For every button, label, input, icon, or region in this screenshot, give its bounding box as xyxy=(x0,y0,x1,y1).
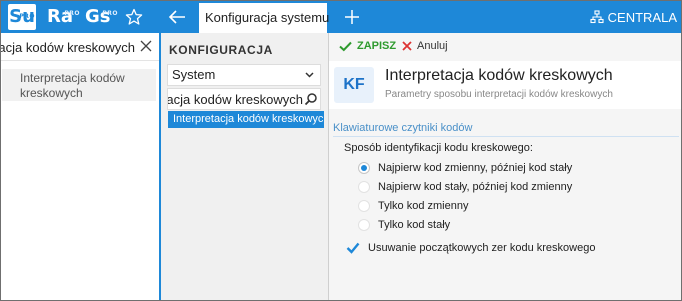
settings-toolbar: ZAPISZ Anuluj xyxy=(329,33,681,61)
config-nav-title: KONFIGURACJA xyxy=(169,43,273,57)
radio-option-fixed-only[interactable]: Tylko kod stały xyxy=(358,219,450,231)
config-nav-item-selected[interactable]: Interpretacja kodów kreskowych xyxy=(168,111,324,128)
left-panel: Interpretacja kodów kreskowych Interpret… xyxy=(1,33,159,300)
config-search-input[interactable]: Interpretacja kodów kreskowych xyxy=(167,88,321,110)
save-label: ZAPISZ xyxy=(357,40,397,52)
settings-panel: ZAPISZ Anuluj KF Interpretacja kodów kre… xyxy=(329,33,681,300)
radio-option-variable-then-fixed[interactable]: Najpierw kod zmienny, później kod stały xyxy=(358,162,572,174)
cancel-button[interactable]: Anuluj xyxy=(402,40,448,52)
settings-header: KF Interpretacja kodów kreskowych Parame… xyxy=(329,61,681,109)
module-select[interactable]: System xyxy=(167,64,321,86)
section-divider xyxy=(333,136,679,137)
add-tab-icon[interactable] xyxy=(343,8,361,26)
app-gs-button[interactable]: Gs PRO xyxy=(85,4,118,30)
configuration-nav-panel: KONFIGURACJA System Interpretacja kodów … xyxy=(161,33,328,300)
close-icon xyxy=(402,41,412,51)
radio-button[interactable] xyxy=(358,181,370,193)
app-gs-badge: PRO xyxy=(102,10,118,17)
radio-button[interactable] xyxy=(358,200,370,212)
radio-label: Tylko kod stały xyxy=(378,219,451,231)
radio-button-selected[interactable] xyxy=(358,162,370,174)
tab-konfiguracja-systemu[interactable]: Konfiguracja systemu xyxy=(199,3,329,33)
page-subtitle: Parametry sposobu interpretacji kodów kr… xyxy=(385,89,613,100)
star-icon[interactable] xyxy=(125,8,143,26)
app-ra-badge: PRO xyxy=(64,10,80,17)
clear-search-icon[interactable] xyxy=(139,39,153,53)
left-search-field[interactable]: Interpretacja kodów kreskowych xyxy=(1,33,159,61)
module-select-value: System xyxy=(172,67,216,82)
chevron-down-icon xyxy=(305,72,314,78)
organization-switcher[interactable]: CENTRALA xyxy=(590,1,677,33)
radio-label: Najpierw kod zmienny, później kod stały xyxy=(378,162,573,174)
save-button[interactable]: ZAPISZ xyxy=(339,40,396,52)
radio-option-variable-only[interactable]: Tylko kod zmienny xyxy=(358,200,468,212)
checkbox-label: Usuwanie początkowych zer kodu kreskoweg… xyxy=(368,242,596,254)
radio-label: Tylko kod zmienny xyxy=(378,200,469,212)
radio-button[interactable] xyxy=(358,219,370,231)
module-badge: KF xyxy=(334,67,374,103)
search-icon[interactable] xyxy=(304,92,318,106)
section-title: Klawiaturowe czytniki kodów xyxy=(333,122,473,134)
left-search-value: Interpretacja kodów kreskowych xyxy=(1,40,135,55)
checkmark-icon xyxy=(339,41,352,51)
identification-method-label: Sposób identyfikacji kodu kreskowego: xyxy=(344,142,533,154)
org-label: CENTRALA xyxy=(607,9,677,25)
app-ra-button[interactable]: Ra PRO xyxy=(47,4,80,30)
page-title: Interpretacja kodów kreskowych xyxy=(385,67,613,84)
left-result-item[interactable]: Interpretacja kodów kreskowych xyxy=(2,69,156,101)
checkbox-checked-icon[interactable] xyxy=(346,241,360,255)
cancel-label: Anuluj xyxy=(417,40,448,52)
radio-label: Najpierw kod stały, później kod zmienny xyxy=(378,181,573,193)
app-window: Su PRO Ra PRO Gs PRO Konfiguracja system… xyxy=(0,0,682,301)
top-bar: Su PRO Ra PRO Gs PRO Konfiguracja system… xyxy=(1,1,681,33)
org-structure-icon xyxy=(590,10,604,24)
config-search-value: Interpretacja kodów kreskowych xyxy=(167,92,303,107)
radio-option-fixed-then-variable[interactable]: Najpierw kod stały, później kod zmienny xyxy=(358,181,572,193)
back-arrow-icon[interactable] xyxy=(167,8,187,26)
remove-leading-zeros-checkbox[interactable]: Usuwanie początkowych zer kodu kreskoweg… xyxy=(346,241,595,255)
app-su-badge: PRO xyxy=(19,13,35,20)
app-su-button[interactable]: Su PRO xyxy=(8,4,36,30)
